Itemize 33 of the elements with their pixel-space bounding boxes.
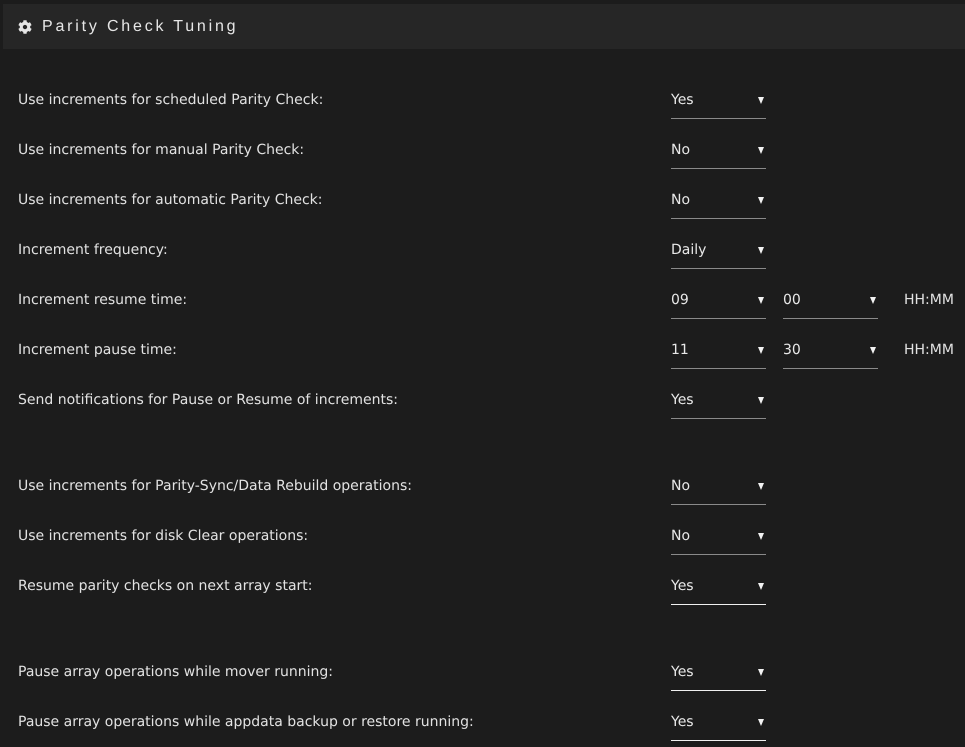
setting-label: Increment pause time: <box>18 341 177 360</box>
caret-icon <box>758 718 764 726</box>
setting-label: Pause array operations while mover running: <box>18 663 333 682</box>
setting-label: Use increments for disk Clear operations: <box>18 527 308 546</box>
setting-label: Increment frequency: <box>18 241 168 260</box>
select-dropdown[interactable]: Yes <box>671 712 766 741</box>
setting-label: Send notifications for Pause or Resume of increments: <box>18 391 398 410</box>
caret-icon <box>758 246 764 254</box>
time-format-label: HH:MM <box>904 341 954 360</box>
caret-icon <box>758 296 764 304</box>
panel-title: Parity Check Tuning <box>42 16 238 36</box>
caret-icon <box>758 146 764 154</box>
setting-label: Use increments for scheduled Parity Check: <box>18 91 324 110</box>
caret-icon <box>758 346 764 354</box>
setting-label: Increment resume time: <box>18 291 188 310</box>
caret-icon <box>758 582 764 590</box>
settings-icon <box>18 20 32 34</box>
caret-icon <box>758 396 764 404</box>
caret-icon <box>758 196 764 204</box>
caret-icon <box>758 96 764 104</box>
setting-label: Use increments for automatic Parity Check: <box>18 191 322 210</box>
time-format-label: HH:MM <box>904 291 954 310</box>
setting-label: Use increments for manual Parity Check: <box>18 141 304 160</box>
caret-icon <box>870 346 876 354</box>
caret-icon <box>758 532 764 540</box>
caret-icon <box>758 668 764 676</box>
select-dropdown[interactable]: Yes <box>671 576 766 605</box>
caret-icon <box>758 482 764 490</box>
caret-icon <box>870 296 876 304</box>
select-dropdown[interactable]: Yes <box>671 662 766 691</box>
setting-label: Use increments for Parity-Sync/Data Rebuild operations: <box>18 477 412 496</box>
setting-label: Pause array operations while appdata backup or restore running: <box>18 713 474 732</box>
setting-label: Resume parity checks on next array start: <box>18 577 312 596</box>
